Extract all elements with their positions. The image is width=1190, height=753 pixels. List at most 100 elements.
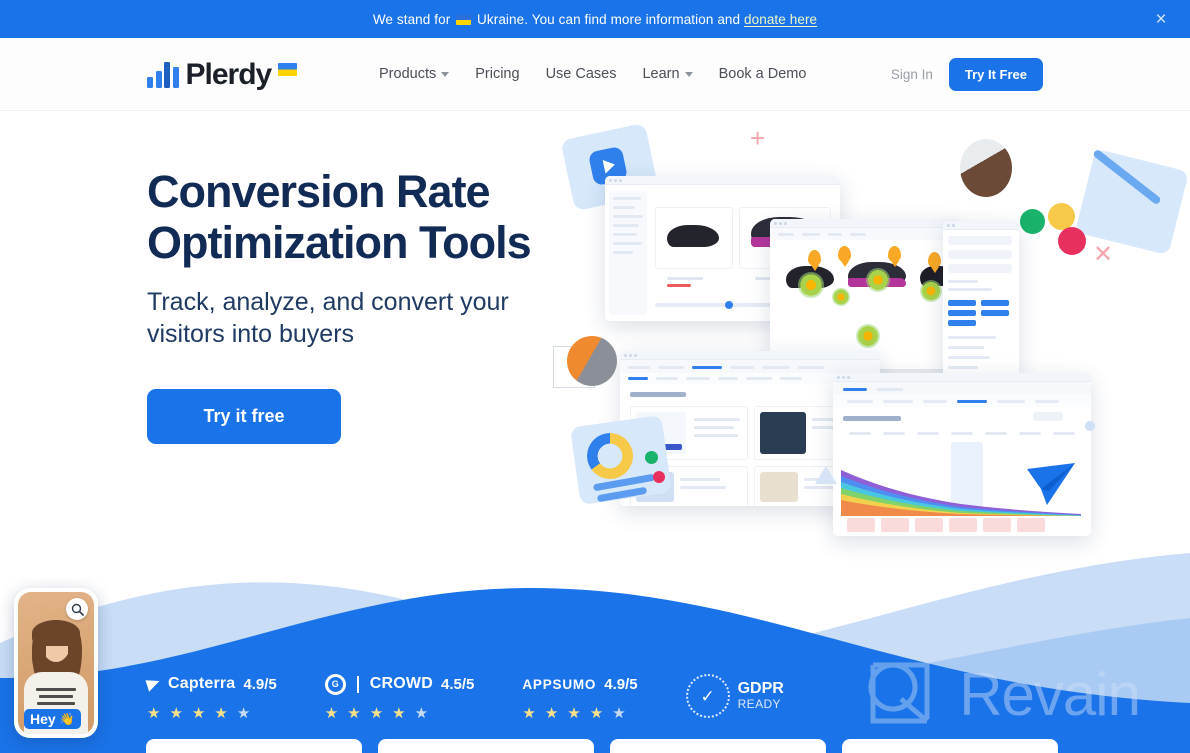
star-icon: ★ [324,705,339,722]
donut-chart-icon [587,433,633,479]
g2-badge-icon: G [324,673,346,695]
chevron-down-icon [684,71,693,77]
map-pin-icon [928,252,941,268]
rating-header: Capterra 4.9/5 [145,674,277,694]
rating-score: 4.5/5 [441,675,475,693]
map-pin-icon [838,246,851,262]
x-decoration-icon: ✕ [1093,241,1114,268]
nav-item-book-a-demo[interactable]: Book a Demo [719,66,807,82]
main-nav: Products Pricing Use Cases Learn Book a … [379,66,806,82]
feature-card[interactable] [146,739,362,753]
screenshot-body [833,382,1091,536]
star-icon: ★ [214,705,228,722]
rating-score: 4.9/5 [243,675,277,693]
star-icon: ★ [522,705,536,722]
avatar [567,336,617,386]
revain-watermark: Revain [861,655,1141,733]
rating-appsumo: APPSUMO 4.9/5 ★ ★ ★ ★ ★ [522,674,638,722]
gdpr-check-icon: ✓ [685,674,730,718]
page-root: We stand for Ukraine. You can find more … [0,0,1190,753]
banner-text-after: Ukraine. You can find more information a… [477,11,741,27]
screenshot-settings-panel [943,221,1019,381]
nav-item-products[interactable]: Products [379,66,450,82]
rating-score: 4.9/5 [604,675,638,693]
nav-label: Learn [642,66,680,82]
star-icon: ★ [392,705,406,722]
banner-text-before: We stand for [372,11,451,27]
red-dot-icon [653,471,665,483]
screenshot-titlebar [833,373,1091,382]
nav-label: Pricing [475,66,520,82]
paper-plane-icon [1025,461,1077,507]
star-icon: ★ [191,705,206,722]
hero-subtitle-line-2: visitors into buyers [147,320,355,348]
divider [356,675,359,693]
star-rating: ★ ★ ★ ★ ★ [325,706,475,721]
magnifier-icon[interactable] [66,598,88,620]
heatmap-spot [866,268,890,292]
heatmap-spot [856,324,880,348]
feature-card[interactable] [378,739,594,753]
hero-copy: Conversion Rate Optimization Tools Track… [147,166,567,444]
nav-label: Products [379,66,437,82]
star-icon: ★ [369,705,384,722]
plerdy-bars-icon [147,61,179,88]
rating-name: APPSUMO [522,676,597,692]
chat-video-widget[interactable]: Hey 👋 [14,588,98,738]
nav-item-pricing[interactable]: Pricing [475,66,519,82]
plus-decoration-icon: + [750,123,766,153]
decorative-card-right [1075,148,1189,256]
dot-decoration [1085,421,1095,431]
revain-label: Revain [959,660,1141,728]
nav-item-use-cases[interactable]: Use Cases [546,66,617,82]
try-it-free-button[interactable]: Try It Free [948,57,1043,91]
product-image [667,225,719,247]
red-dot-icon [1058,227,1086,255]
star-half-icon: ★ [236,705,251,722]
star-icon: ★ [589,705,604,722]
hero-section: Conversion Rate Optimization Tools Track… [0,111,1190,753]
g2-badge-letter: G [331,679,339,689]
donate-link[interactable]: donate here [744,12,817,27]
nav-item-learn[interactable]: Learn [642,66,693,82]
star-icon: ★ [147,705,161,722]
rating-capterra: Capterra 4.9/5 ★ ★ ★ ★ ★ [145,674,277,721]
hero-title-line-1: Conversion Rate [147,166,491,217]
logo-text: Plerdy [185,57,273,91]
heatmap-spot [920,280,942,302]
screenshot-titlebar [605,176,840,185]
feature-card[interactable] [842,739,1058,753]
hero-try-it-free-button[interactable]: Try it free [147,389,341,444]
page-title: Conversion Rate Optimization Tools [147,166,567,268]
ukraine-flag-icon [278,62,298,76]
screenshot-heatmap-overlay [770,219,960,369]
hero-title-line-2: Optimization Tools [147,217,532,268]
star-half-icon: ★ [612,705,626,722]
star-rating: ★ ★ ★ ★ ★ [147,706,277,721]
star-icon: ★ [347,705,361,722]
close-icon[interactable]: × [1148,6,1174,32]
chat-greeting-text: Hey [30,711,56,727]
heatmap-spot [832,288,850,306]
green-dot-icon [645,451,658,464]
waving-hand-icon: 👋 [59,712,75,726]
star-icon: ★ [544,705,559,722]
capterra-arrow-icon [145,676,162,692]
rating-header: G CROWD 4.5/5 [324,673,475,695]
sign-in-link[interactable]: Sign In [891,67,933,82]
ratings-strip: Capterra 4.9/5 ★ ★ ★ ★ ★ G CROWD 4.5/5 ★… [145,673,784,722]
screenshot-titlebar [770,219,960,228]
star-icon: ★ [169,705,183,722]
chat-greeting-badge[interactable]: Hey 👋 [24,709,81,729]
logo[interactable]: Plerdy [147,57,298,91]
screenshot-funnel-analytics [833,373,1091,536]
nav-label: Book a Demo [718,66,807,82]
header-actions: Sign In Try It Free [891,57,1043,91]
map-pin-icon [808,250,821,266]
feature-card[interactable] [610,739,826,753]
star-half-icon: ★ [414,705,429,722]
avatar [960,139,1012,197]
screenshot-body [943,230,1019,381]
banner-message: We stand for Ukraine. You can find more … [373,12,817,27]
map-pin-icon [888,246,901,262]
